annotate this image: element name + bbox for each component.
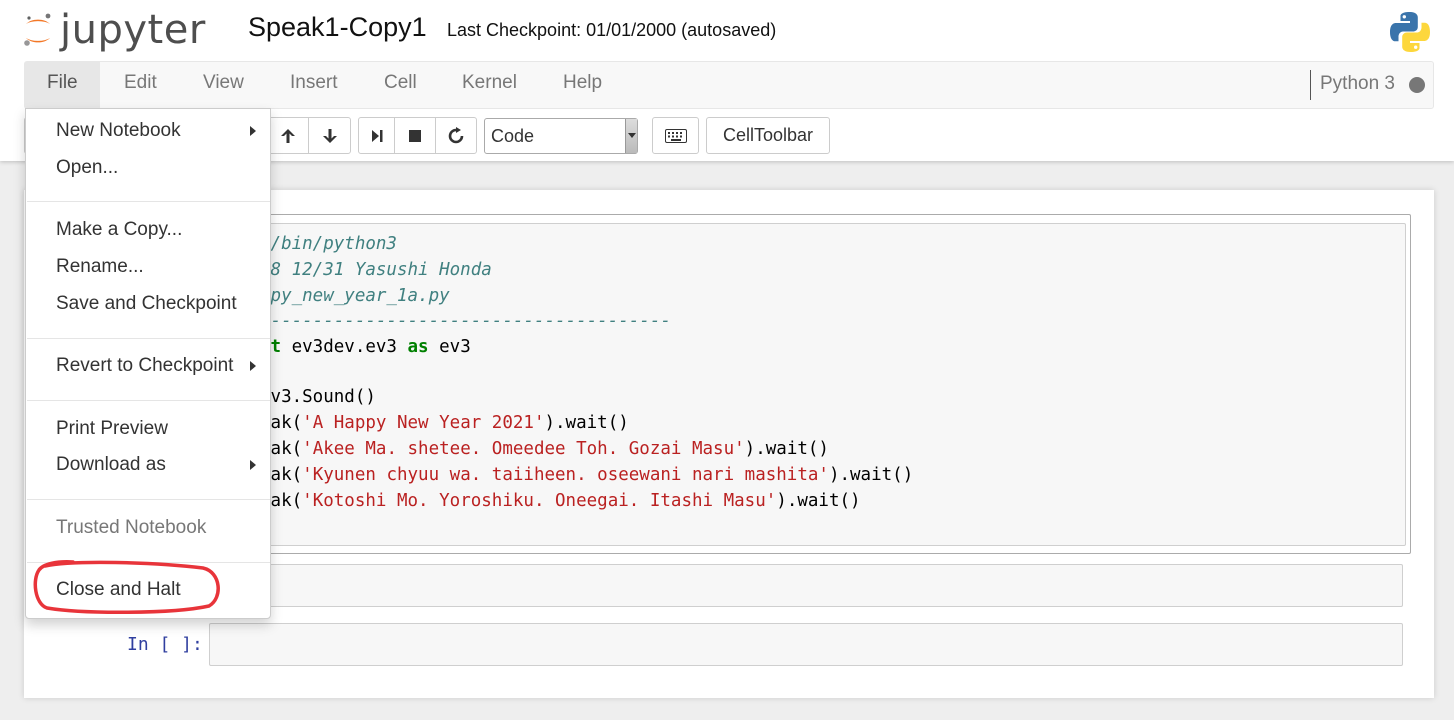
menu-kernel[interactable]: Kernel [440,62,539,108]
code-cell-empty-input[interactable] [209,623,1403,666]
menu-view[interactable]: View [181,62,266,108]
menu-item-label: Download as [56,454,166,475]
code-line-speak-3: eak('Kyunen chyuu wa. taiiheen. oseewani… [260,465,914,485]
step-forward-icon [371,129,382,142]
code-line: 18 12/31 Yasushi Honda [260,260,492,280]
menu-insert[interactable]: Insert [268,62,360,108]
submenu-arrow-icon [250,361,256,371]
menu-edit[interactable]: Edit [102,62,179,108]
code-line: ev3.Sound() [260,387,376,407]
move-down-button[interactable] [308,117,351,154]
jupyter-logo[interactable]: jupyter [22,8,206,52]
string-literal: 'Akee Ma. shetee. Omeedee Toh. Gozai Mas… [302,439,745,459]
python-logo-icon [1388,10,1432,59]
restart-button[interactable] [435,117,477,154]
arrow-down-icon [322,128,337,143]
keyboard-icon [664,128,687,143]
menu-item-trusted-notebook: Trusted Notebook [56,517,207,538]
menu-item-revert-checkpoint[interactable]: Revert to Checkpoint [26,349,270,383]
code-line: --------------------------------------- [260,311,671,331]
notebook-name[interactable]: Speak1-Copy1 [248,12,427,43]
keyword-as: as [407,337,429,357]
menu-help[interactable]: Help [541,62,624,108]
menubar: File Edit View Insert Cell Kernel Help P… [24,61,1434,109]
command-palette-button[interactable] [652,117,699,154]
menu-item-label: Revert to Checkpoint [56,355,234,376]
menu-cell[interactable]: Cell [362,62,439,108]
kernel-status-icon [1409,77,1425,93]
code-line-speak-2: eak('Akee Ma. shetee. Omeedee Toh. Gozai… [260,439,829,459]
menu-item-new-notebook[interactable]: New Notebook [26,114,270,148]
menu-item-rename[interactable]: Rename... [26,250,270,284]
string-literal: 'Kotoshi Mo. Yoroshiku. Oneegai. Itashi … [302,491,777,511]
cell-prompt: In [ ]: [127,634,203,655]
cell-type-select[interactable]: Code [484,118,638,154]
kernel-divider [1310,70,1311,100]
menu-divider [27,499,270,500]
menu-item-label: New Notebook [56,120,181,141]
submenu-arrow-icon [250,460,256,470]
code-editor[interactable]: r/bin/python3 18 12/31 Yasushi Honda ppy… [210,223,1406,546]
interrupt-button[interactable] [394,117,436,154]
code-line: r/bin/python3 [260,234,397,254]
restart-icon [448,126,464,143]
menu-divider [27,400,270,401]
code-line-speak-4: eak('Kotoshi Mo. Yoroshiku. Oneegai. Ita… [260,491,861,511]
file-menu-dropdown: New Notebook Open... Make a Copy... Rena… [25,108,271,619]
menu-item-print-preview[interactable]: Print Preview [26,412,270,446]
checkpoint-status: Last Checkpoint: 01/01/2000 (autosaved) [447,20,777,40]
string-literal: 'A Happy New Year 2021' [302,413,545,433]
menu-divider [27,201,270,202]
code-line-speak-1: eak('A Happy New Year 2021').wait() [260,413,629,433]
menu-item-make-copy[interactable]: Make a Copy... [26,213,270,247]
run-button[interactable] [358,117,395,154]
menu-divider [27,338,270,339]
kernel-name[interactable]: Python 3 [1320,62,1395,108]
menu-file[interactable]: File [25,62,100,108]
string-literal: 'Kyunen chyuu wa. taiiheen. oseewani nar… [302,465,829,485]
cell-type-value: Code [491,126,535,146]
jupyter-orbit-icon [24,13,51,46]
menu-item-save-checkpoint[interactable]: Save and Checkpoint [26,287,270,321]
celltoolbar-button[interactable]: CellToolbar [706,117,830,154]
stop-icon [409,129,421,142]
submenu-arrow-icon [250,126,256,136]
code-line: ppy_new_year_1a.py [260,286,450,306]
code-line-import: rt ev3dev.ev3 as ev3 [260,335,471,359]
menu-item-open[interactable]: Open... [26,151,270,185]
highlight-circle-annotation [33,560,220,615]
arrow-up-icon [280,128,295,143]
code-cell-empty-input[interactable] [209,564,1403,607]
chevron-down-icon [625,119,637,153]
move-up-button[interactable] [267,117,309,154]
logo-text: jupyter [60,7,206,53]
menu-item-download-as[interactable]: Download as [26,448,270,482]
